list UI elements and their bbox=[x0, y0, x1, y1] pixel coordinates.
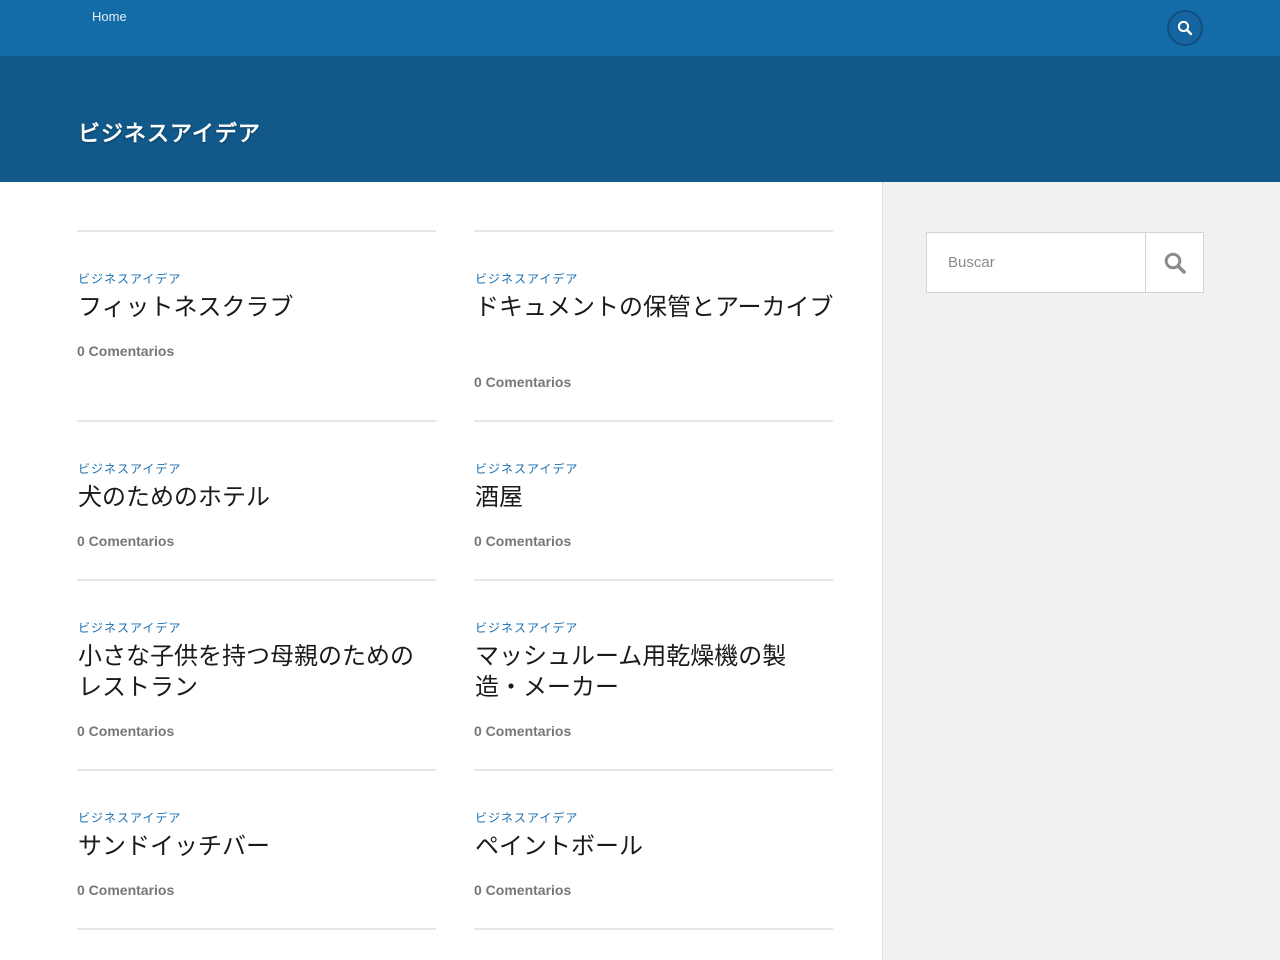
post-card: ビジネスアイデア マッシュルーム用乾燥機の製造・メーカー 0 Comentari… bbox=[474, 579, 833, 739]
post-title-link[interactable]: マッシュルーム用乾燥機の製造・メーカー bbox=[475, 641, 834, 703]
post-comments-link[interactable]: 0 Comentarios bbox=[77, 723, 174, 739]
post-category-link[interactable]: ビジネスアイデア bbox=[475, 460, 578, 477]
post-category-link[interactable]: ビジネスアイデア bbox=[78, 460, 181, 477]
post-title-link[interactable]: ドキュメントの保管とアーカイブ bbox=[475, 292, 834, 323]
post-card: ビジネスアイデア サンドイッチバー 0 Comentarios bbox=[77, 769, 436, 898]
page-title: ビジネスアイデア bbox=[78, 122, 261, 147]
post-category-link[interactable]: ビジネスアイデア bbox=[475, 270, 578, 287]
nav-home-link[interactable]: Home bbox=[92, 9, 127, 24]
search-icon bbox=[1164, 252, 1186, 274]
post-category-link[interactable]: ビジネスアイデア bbox=[78, 619, 181, 636]
post-grid: ビジネスアイデア フィットネスクラブ 0 Comentarios ビジネスアイデ… bbox=[0, 182, 882, 960]
post-card: ビジネスアイデア フィットネスクラブ 0 Comentarios bbox=[77, 230, 436, 359]
post-title-link[interactable]: 酒屋 bbox=[475, 482, 834, 513]
post-comments-link[interactable]: 0 Comentarios bbox=[474, 374, 571, 390]
post-category-link[interactable]: ビジネスアイデア bbox=[78, 809, 181, 826]
post-comments-link[interactable]: 0 Comentarios bbox=[474, 882, 571, 898]
search-submit-button[interactable] bbox=[1145, 233, 1203, 292]
search-toggle-button[interactable] bbox=[1167, 10, 1203, 46]
post-comments-link[interactable]: 0 Comentarios bbox=[77, 533, 174, 549]
post-title-link[interactable]: ペイントボール bbox=[475, 831, 834, 862]
sidebar bbox=[882, 182, 1280, 960]
divider bbox=[474, 928, 833, 930]
post-category-link[interactable]: ビジネスアイデア bbox=[475, 619, 578, 636]
post-card: ビジネスアイデア 小さな子供を持つ母親のためのレストラン 0 Comentari… bbox=[77, 579, 436, 739]
post-title-link[interactable]: 犬のためのホテル bbox=[78, 482, 437, 513]
post-title-link[interactable]: 小さな子供を持つ母親のためのレストラン bbox=[78, 641, 437, 703]
post-comments-link[interactable]: 0 Comentarios bbox=[474, 723, 571, 739]
post-title-link[interactable]: サンドイッチバー bbox=[78, 831, 437, 862]
page-header-banner: ビジネスアイデア bbox=[0, 56, 1280, 182]
sidebar-search-form bbox=[926, 232, 1204, 293]
post-category-link[interactable]: ビジネスアイデア bbox=[78, 270, 181, 287]
post-card: ビジネスアイデア ドキュメントの保管とアーカイブ 0 Comentarios bbox=[474, 230, 834, 390]
post-card: ビジネスアイデア 酒屋 0 Comentarios bbox=[474, 420, 833, 549]
search-input[interactable] bbox=[927, 233, 1145, 292]
post-title-link[interactable]: フィットネスクラブ bbox=[78, 292, 437, 323]
post-category-link[interactable]: ビジネスアイデア bbox=[475, 809, 578, 826]
divider bbox=[77, 928, 436, 930]
post-comments-link[interactable]: 0 Comentarios bbox=[77, 882, 174, 898]
post-card: ビジネスアイデア ペイントボール 0 Comentarios bbox=[474, 769, 833, 898]
post-comments-link[interactable]: 0 Comentarios bbox=[77, 343, 174, 359]
search-icon bbox=[1177, 20, 1193, 36]
post-card: ビジネスアイデア 犬のためのホテル 0 Comentarios bbox=[77, 420, 436, 549]
post-comments-link[interactable]: 0 Comentarios bbox=[474, 533, 571, 549]
top-navigation-bar: Home bbox=[0, 0, 1280, 56]
